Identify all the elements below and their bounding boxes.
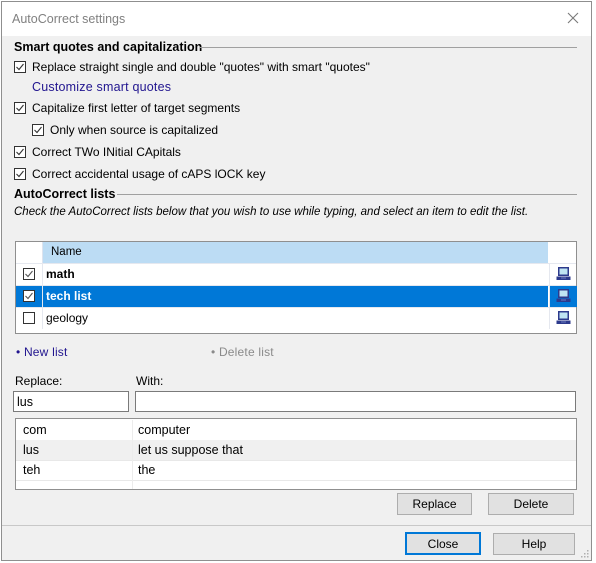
replace-button[interactable]: Replace bbox=[397, 493, 472, 515]
label-smart-quotes: Replace straight single and double "quot… bbox=[32, 60, 370, 74]
checkmark-icon bbox=[16, 170, 24, 178]
list-name: geology bbox=[46, 311, 89, 325]
checkmark-icon bbox=[16, 148, 24, 156]
checkmark-icon bbox=[25, 292, 33, 300]
close-button[interactable]: Close bbox=[405, 532, 481, 555]
list-row-tech-list[interactable]: tech list bbox=[16, 285, 577, 307]
list-row-math[interactable]: math bbox=[16, 263, 576, 285]
checkbox-smart-quotes[interactable] bbox=[14, 61, 26, 73]
label-only-when-source: Only when source is capitalized bbox=[50, 123, 219, 137]
customize-smart-quotes-link[interactable]: Customize smart quotes bbox=[32, 80, 171, 94]
table-header: Name bbox=[16, 242, 576, 263]
computer-icon bbox=[556, 289, 571, 302]
list-checkbox-tech-list[interactable] bbox=[23, 290, 35, 302]
title-bar: AutoCorrect settings bbox=[2, 2, 591, 36]
autocorrect-dialog: AutoCorrect settings Smart quotes and ca… bbox=[1, 1, 592, 561]
computer-icon bbox=[556, 311, 571, 324]
autocorrect-lists-table: Name math tech list geology bbox=[15, 241, 577, 334]
section-heading-smart-quotes: Smart quotes and capitalization bbox=[14, 40, 203, 54]
list-name: tech list bbox=[46, 289, 92, 303]
delete-button[interactable]: Delete bbox=[488, 493, 574, 515]
delete-button-label: Delete bbox=[513, 497, 549, 511]
entry-row[interactable]: lus let us suppose that bbox=[16, 440, 576, 461]
column-header-name[interactable]: Name bbox=[43, 242, 548, 263]
replace-input[interactable] bbox=[13, 391, 129, 412]
checkbox-two-initial-capitals[interactable] bbox=[14, 146, 26, 158]
help-button-label: Help bbox=[521, 537, 547, 551]
computer-icon bbox=[556, 267, 571, 280]
checkmark-icon bbox=[25, 270, 33, 278]
label-caps-lock: Correct accidental usage of cAPS lOCK ke… bbox=[32, 167, 266, 181]
footer-divider bbox=[2, 525, 591, 526]
section-heading-autocorrect-lists: AutoCorrect lists bbox=[14, 187, 116, 201]
checkbox-capitalize-first[interactable] bbox=[14, 102, 26, 114]
checkmark-icon bbox=[16, 104, 24, 112]
checkmark-icon bbox=[16, 63, 24, 71]
checkbox-caps-lock[interactable] bbox=[14, 168, 26, 180]
replace-button-label: Replace bbox=[412, 497, 457, 511]
bullet-icon: • bbox=[16, 345, 24, 359]
window-title: AutoCorrect settings bbox=[12, 12, 126, 26]
autocorrect-entries-list: com computer lus let us suppose that teh… bbox=[15, 418, 577, 490]
bullet-icon: • bbox=[211, 345, 219, 359]
lists-description: Check the AutoCorrect lists below that y… bbox=[14, 206, 529, 218]
list-checkbox-geology[interactable] bbox=[23, 312, 35, 324]
help-button[interactable]: Help bbox=[493, 533, 575, 555]
entry-row-empty bbox=[16, 480, 576, 489]
new-list-link[interactable]: • New list bbox=[16, 345, 68, 359]
label-two-initial-capitals: Correct TWo INitial CApitals bbox=[32, 145, 181, 159]
list-row-geology[interactable]: geology bbox=[16, 307, 576, 329]
delete-list-link[interactable]: • Delete list bbox=[211, 345, 274, 359]
section-divider bbox=[117, 194, 577, 195]
list-name: math bbox=[46, 267, 75, 281]
checkmark-icon bbox=[34, 126, 42, 134]
with-input[interactable] bbox=[135, 391, 576, 412]
replace-label: Replace: bbox=[15, 374, 63, 388]
close-icon bbox=[567, 12, 579, 24]
section-divider bbox=[200, 47, 577, 48]
close-window-button[interactable] bbox=[563, 8, 583, 28]
entry-row[interactable]: teh the bbox=[16, 460, 576, 481]
entry-row[interactable]: com computer bbox=[16, 420, 576, 441]
resize-grip-icon[interactable] bbox=[581, 550, 589, 558]
list-checkbox-math[interactable] bbox=[23, 268, 35, 280]
label-capitalize-first: Capitalize first letter of target segmen… bbox=[32, 101, 241, 115]
checkbox-only-when-source[interactable] bbox=[32, 124, 44, 136]
with-label: With: bbox=[136, 374, 164, 388]
close-button-label: Close bbox=[427, 536, 459, 551]
